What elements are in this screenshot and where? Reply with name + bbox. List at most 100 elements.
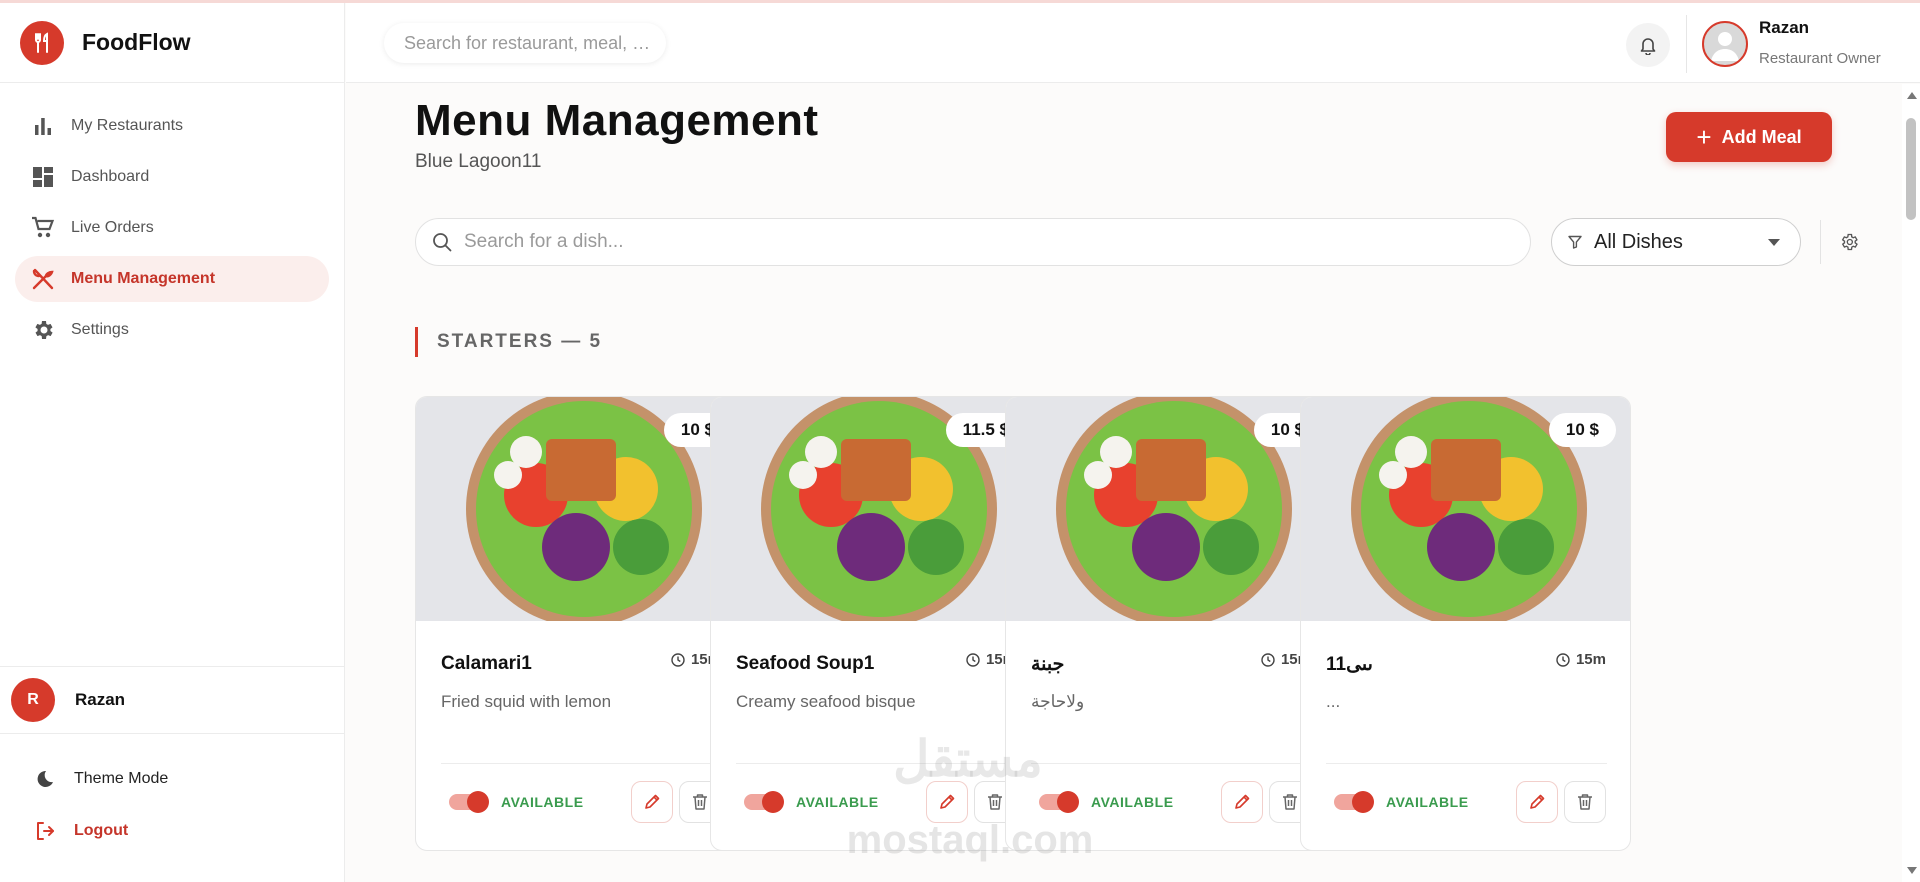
bell-icon (1640, 38, 1656, 55)
meal-card[interactable]: 10 $ 11ىىى 15m ... AVAILABLE (1300, 396, 1631, 851)
clock-icon (966, 652, 980, 667)
meal-description: Fried squid with lemon (441, 692, 612, 711)
user-avatar[interactable] (1702, 21, 1748, 67)
meal-image: 10 $ (1301, 397, 1630, 621)
sidebar-nav: My Restaurants Dashboard Live Orders Men… (0, 83, 344, 353)
dish-search-input[interactable] (464, 231, 1464, 253)
pencil-icon (940, 794, 955, 809)
gear-icon (1841, 233, 1858, 251)
gear-icon (31, 318, 55, 342)
availability-toggle[interactable] (449, 791, 489, 813)
toggle-knob (467, 791, 489, 813)
toggle-knob (1352, 791, 1374, 813)
delete-meal-button[interactable] (1564, 781, 1606, 823)
meal-description: ... (1326, 692, 1341, 711)
dish-search-box[interactable] (415, 218, 1531, 266)
sidebar-item-menu-management[interactable]: Menu Management (15, 256, 329, 302)
trash-icon (1283, 794, 1297, 810)
trash-icon (1578, 794, 1592, 810)
filter-value: All Dishes (1594, 230, 1683, 253)
trash-icon (988, 794, 1002, 810)
edit-meal-button[interactable] (631, 781, 673, 823)
toggle-knob (762, 791, 784, 813)
clock-icon (1261, 652, 1275, 667)
availability-status: AVAILABLE (796, 794, 879, 810)
logout-button[interactable]: Logout (0, 805, 345, 857)
add-meal-button[interactable]: + Add Meal (1666, 112, 1832, 162)
top-header: Razan Restaurant Owner (346, 3, 1920, 83)
cart-icon (31, 216, 55, 240)
sidebar-item-label: Menu Management (71, 270, 216, 287)
card-divider (1031, 763, 1312, 764)
card-divider (1326, 763, 1607, 764)
restaurant-name: Blue Lagoon11 (415, 151, 542, 172)
meal-card-grid: 10 $ Calamari1 15m Fried squid with lemo… (415, 396, 1835, 856)
scrollbar-thumb[interactable] (1906, 118, 1916, 220)
toolbar-divider (1820, 220, 1821, 264)
main-content: Menu Management Blue Lagoon11 + Add Meal… (346, 84, 1902, 882)
meal-card[interactable]: 10 $ Calamari1 15m Fried squid with lemo… (415, 396, 746, 851)
search-input[interactable] (384, 23, 666, 63)
app-name: FoodFlow (82, 29, 191, 55)
availability-status: AVAILABLE (1091, 794, 1174, 810)
search-icon (433, 233, 452, 252)
meal-name: Calamari1 (441, 653, 532, 674)
availability-status: AVAILABLE (1386, 794, 1469, 810)
sidebar-item-label: My Restaurants (71, 117, 184, 134)
clock-icon (1556, 652, 1570, 667)
filter-icon (1568, 235, 1582, 249)
sidebar-item-live-orders[interactable]: Live Orders (15, 205, 329, 251)
edit-meal-button[interactable] (1516, 781, 1558, 823)
header-user-role: Restaurant Owner (1759, 50, 1881, 67)
sidebar-item-my-restaurants[interactable]: My Restaurants (15, 103, 329, 149)
dish-filter-select[interactable]: All Dishes (1551, 218, 1801, 266)
page-title: Menu Management (415, 96, 819, 145)
fork-knife-logo-icon (20, 20, 64, 65)
sidebar-user[interactable]: R Razan (0, 666, 345, 734)
theme-mode-button[interactable]: Theme Mode (0, 753, 345, 805)
prep-time: 15m (1556, 651, 1606, 668)
notifications-button[interactable] (1626, 23, 1670, 67)
chevron-down-icon (1768, 239, 1780, 246)
avatar: R (11, 678, 55, 722)
meal-image: 11.5 $ (711, 397, 1040, 621)
trash-icon (693, 794, 707, 810)
main-scrollbar[interactable] (1902, 84, 1920, 882)
prep-time-value: 15m (1575, 651, 1606, 668)
scroll-up-arrow-icon[interactable] (1907, 92, 1917, 99)
view-settings-button[interactable] (1836, 229, 1862, 255)
meal-image: 10 $ (1006, 397, 1335, 621)
edit-meal-button[interactable] (1221, 781, 1263, 823)
sidebar-item-dashboard[interactable]: Dashboard (15, 154, 329, 200)
availability-toggle[interactable] (1039, 791, 1079, 813)
section-heading: STARTERS — 5 (415, 327, 602, 357)
watermark-logo: مستقل (893, 731, 1043, 787)
moon-icon (34, 768, 56, 790)
price-badge: 10 $ (1548, 413, 1616, 447)
scroll-down-arrow-icon[interactable] (1907, 867, 1917, 874)
sidebar-item-label: Live Orders (71, 219, 154, 236)
sidebar-item-label: Settings (71, 321, 129, 338)
brand[interactable]: FoodFlow (0, 3, 344, 83)
availability-status: AVAILABLE (501, 794, 584, 810)
pencil-icon (1530, 794, 1545, 809)
meal-description: ولاحاجة (1031, 692, 1085, 711)
sidebar: FoodFlow My Restaurants Dashboard Live O… (0, 3, 345, 882)
availability-toggle[interactable] (1334, 791, 1374, 813)
add-meal-label: Add Meal (1721, 126, 1802, 147)
meal-name: 11ىىى (1326, 654, 1373, 675)
meal-image: 10 $ (416, 397, 745, 621)
meal-description: Creamy seafood bisque (736, 692, 916, 711)
logout-icon (34, 820, 56, 842)
dashboard-icon (31, 165, 55, 189)
header-user-name: Razan (1759, 18, 1810, 37)
availability-toggle[interactable] (744, 791, 784, 813)
toggle-knob (1057, 791, 1079, 813)
pencil-icon (645, 794, 660, 809)
bar-chart-icon (31, 114, 55, 138)
clock-icon (671, 652, 685, 667)
sidebar-item-label: Dashboard (71, 168, 150, 185)
pencil-icon (1235, 794, 1250, 809)
sidebar-item-settings[interactable]: Settings (15, 307, 329, 353)
user-icon (1711, 32, 1739, 61)
